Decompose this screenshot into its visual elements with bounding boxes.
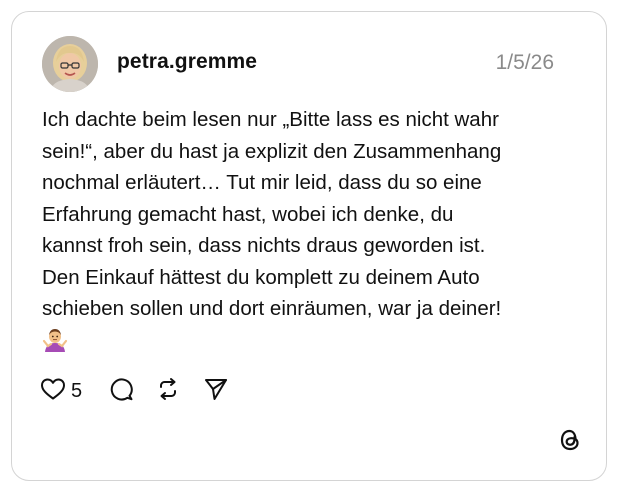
username[interactable]: petra.gremme	[117, 50, 257, 74]
send-icon	[203, 376, 229, 407]
person-shrugging-emoji	[42, 327, 68, 353]
like-count: 5	[71, 379, 83, 402]
post-text: Ich dachte beim lesen nur „Bitte lass es…	[42, 108, 502, 320]
repost-icon	[155, 376, 181, 407]
comment-icon	[108, 376, 134, 407]
avatar[interactable]	[42, 36, 98, 92]
heart-icon	[40, 377, 66, 406]
repost-button[interactable]	[155, 376, 181, 406]
share-button[interactable]	[203, 376, 229, 406]
like-button[interactable]: 5	[40, 376, 82, 406]
threads-logo-icon	[556, 426, 584, 454]
post-date: 1/5/26	[495, 51, 554, 74]
comment-button[interactable]	[108, 376, 134, 406]
user-avatar-photo	[42, 36, 98, 92]
